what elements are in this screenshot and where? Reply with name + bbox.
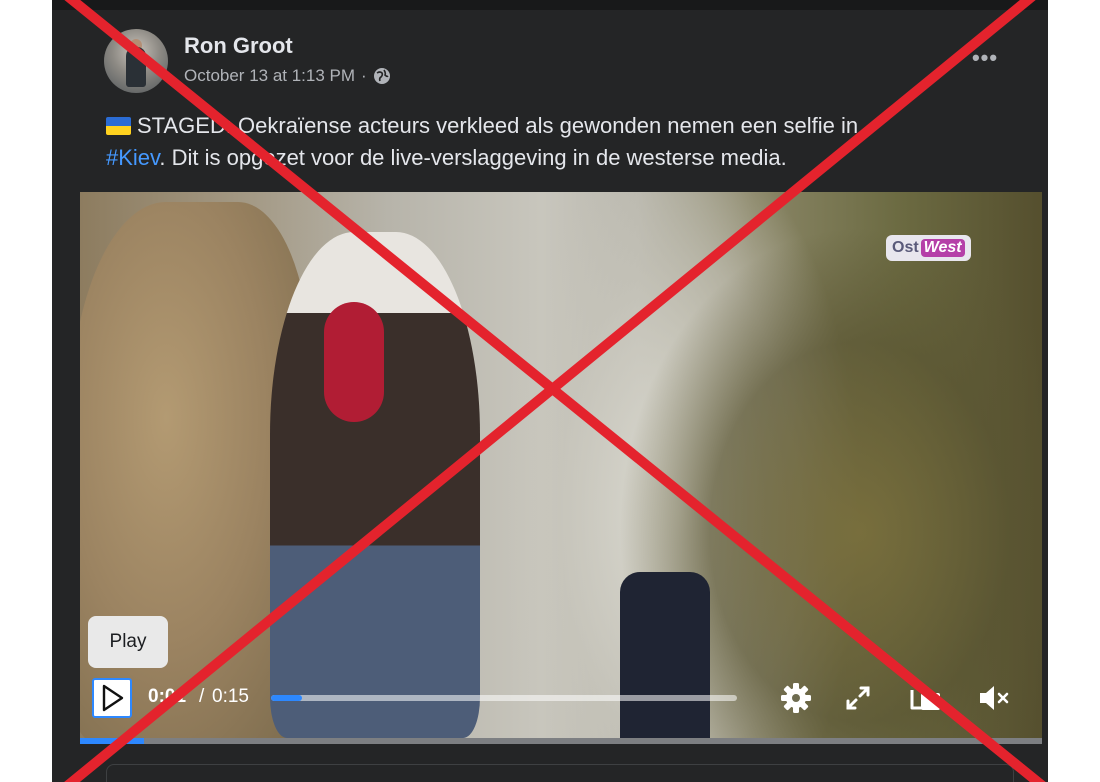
video-progress-played: [80, 738, 145, 744]
volume-muted-icon[interactable]: [976, 680, 1012, 716]
post-meta: October 13 at 1:13 PM ·: [184, 66, 391, 86]
current-time: 0:01: [148, 686, 187, 707]
fullscreen-expand-icon[interactable]: [840, 680, 876, 716]
facebook-feed-panel: Ron Groot October 13 at 1:13 PM · ••• ST…: [52, 0, 1048, 782]
watermark-part2: West: [920, 239, 965, 257]
settings-gear-icon[interactable]: [778, 680, 814, 716]
post-text: STAGED: Oekraïense acteurs verkleed als …: [106, 110, 996, 174]
channel-watermark: Ost West: [886, 235, 971, 261]
post-card: Ron Groot October 13 at 1:13 PM · ••• ST…: [80, 10, 1042, 782]
video-red-stain: [324, 302, 384, 422]
meta-separator: ·: [361, 66, 367, 85]
author-name[interactable]: Ron Groot: [184, 33, 293, 59]
seek-bar-played: [271, 695, 303, 701]
ukraine-flag-icon: [106, 117, 131, 135]
post-text-main: STAGED: Oekraïense acteurs verkleed als …: [137, 113, 859, 138]
comment-input-box[interactable]: [106, 764, 1014, 782]
avatar-figure: [126, 47, 146, 87]
video-figure-person: [270, 232, 480, 738]
video-progress-strip[interactable]: [80, 738, 1042, 744]
post-timestamp[interactable]: October 13 at 1:13 PM: [184, 66, 355, 86]
picture-in-picture-icon[interactable]: [908, 680, 944, 716]
play-button[interactable]: [92, 678, 132, 718]
video-player[interactable]: Ost West Play 0:01 / 0:15: [80, 192, 1042, 738]
more-horizontal-icon[interactable]: •••: [970, 47, 1000, 69]
seek-bar[interactable]: [271, 695, 737, 701]
author-avatar[interactable]: [104, 29, 168, 93]
play-tooltip: Play: [88, 616, 168, 668]
hashtag-link[interactable]: #Kiev: [106, 145, 159, 170]
post-text-tail: . Dit is opgezet voor de live-verslaggev…: [159, 145, 787, 170]
video-figure-background: [620, 572, 710, 738]
time-separator: /: [199, 686, 205, 707]
previous-post-edge: [52, 0, 1048, 10]
globe-icon: [373, 68, 390, 84]
play-icon: [102, 684, 124, 712]
video-duration: 0:15: [212, 686, 249, 707]
watermark-part1: Ost: [892, 239, 919, 256]
